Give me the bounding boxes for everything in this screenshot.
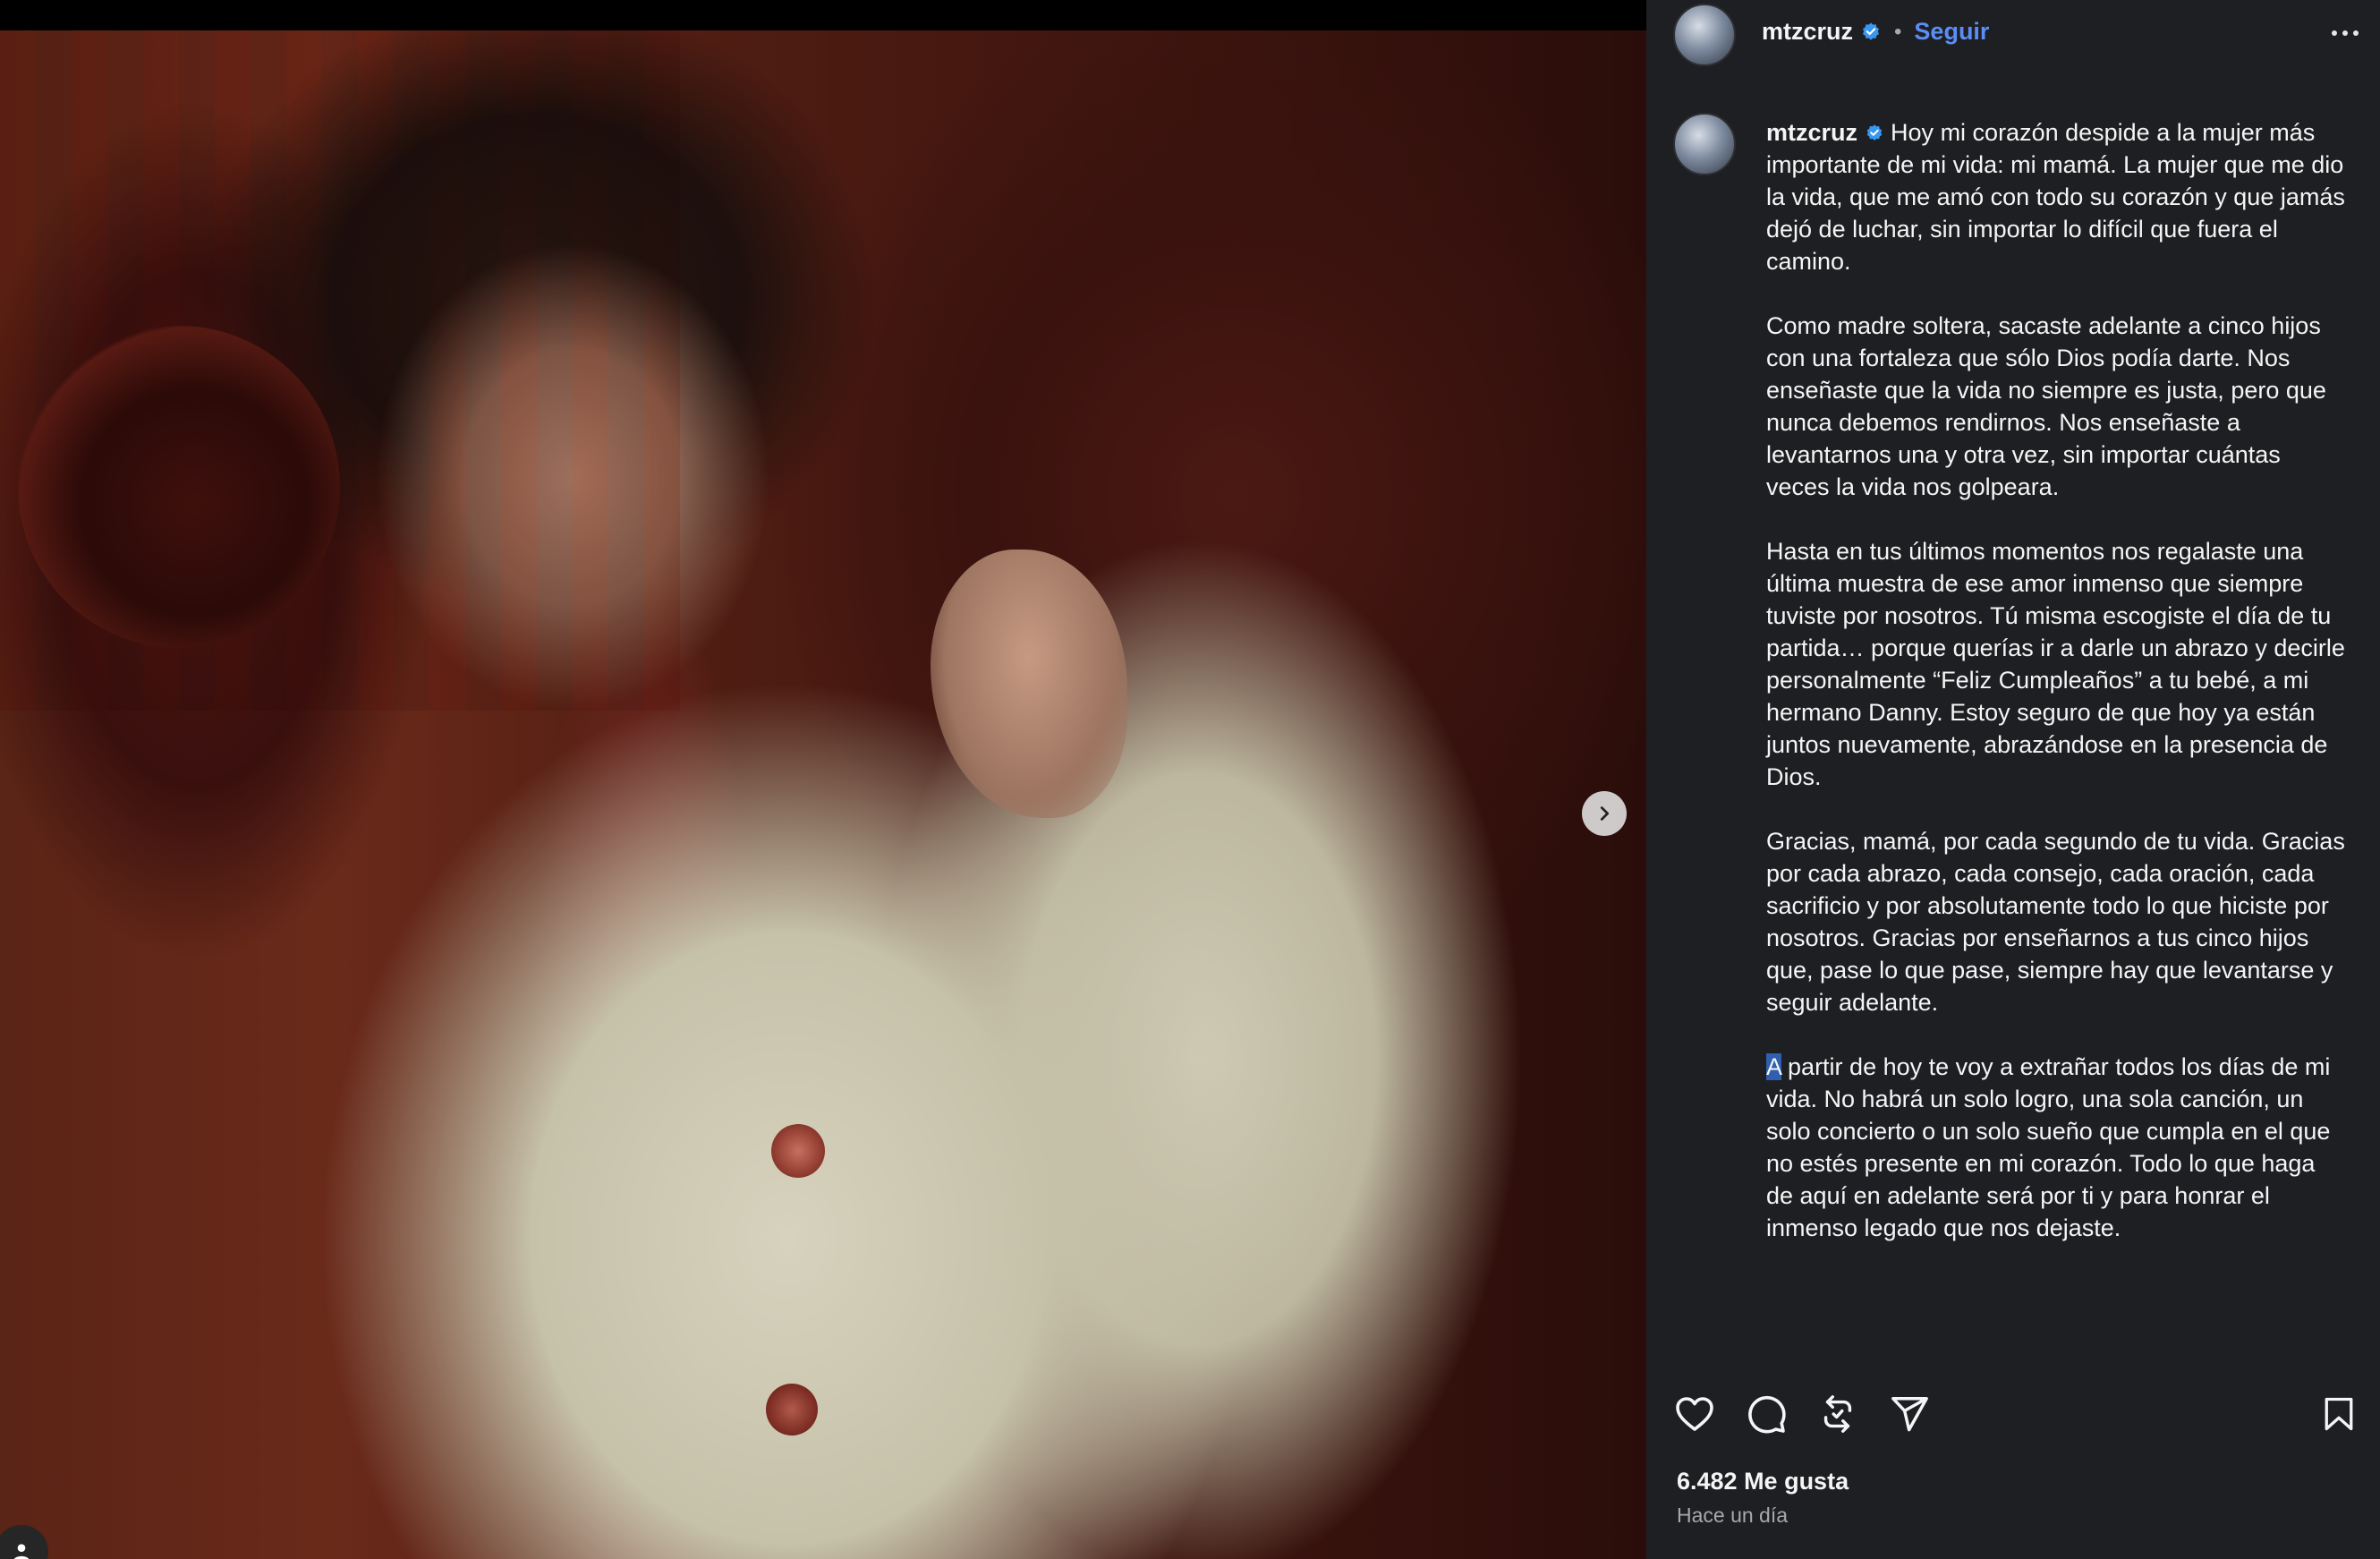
caption-username[interactable]: mtzcruz	[1766, 119, 1857, 146]
post-caption: mtzcruz Hoy mi corazón despide a la muje…	[1766, 116, 2348, 1276]
separator-dot: •	[1894, 19, 1902, 44]
more-options-button[interactable]	[2323, 18, 2367, 48]
post-header: mtzcruz • Seguir	[1646, 0, 2380, 66]
verified-badge-icon	[1863, 22, 1880, 40]
caption-paragraph: Como madre soltera, sacaste adelante a c…	[1766, 312, 2333, 500]
next-photo-button[interactable]	[1582, 791, 1627, 836]
comment-icon	[1748, 1395, 1786, 1434]
caption-paragraph: Gracias, mamá, por cada segundo de tu vi…	[1766, 828, 2352, 1016]
post-media	[0, 0, 1646, 1559]
caption-paragraph: mtzcruz Hoy mi corazón despide a la muje…	[1766, 116, 2348, 277]
like-count[interactable]: 6.482 Me gusta	[1677, 1468, 1849, 1495]
follow-button[interactable]: Seguir	[1914, 18, 1989, 46]
header-user: mtzcruz • Seguir	[1762, 18, 1989, 46]
avatar[interactable]	[1673, 4, 1736, 66]
share-button[interactable]	[1886, 1391, 1933, 1437]
photo-chair	[18, 326, 340, 648]
repost-icon	[1823, 1395, 1852, 1433]
bookmark-icon	[2325, 1397, 2353, 1431]
photo-detail	[771, 1124, 825, 1178]
caption-paragraph: A partir de hoy te voy a extrañar todos …	[1766, 1051, 2348, 1244]
post-side-panel: mtzcruz • Seguir mtzcruz Hoy mi corazón …	[1646, 0, 2380, 1559]
caption-avatar[interactable]	[1673, 113, 1736, 175]
like-button[interactable]	[1671, 1391, 1718, 1437]
action-bar	[1646, 1391, 2380, 1444]
post-timestamp[interactable]: Hace un día	[1677, 1504, 1788, 1528]
caption-area: mtzcruz Hoy mi corazón despide a la muje…	[1646, 107, 2380, 1360]
caption-text: partir de hoy te voy a extrañar todos lo…	[1766, 1053, 2337, 1241]
comment-button[interactable]	[1743, 1391, 1789, 1437]
heart-icon	[1676, 1397, 1713, 1431]
caption-paragraph: Hasta en tus últimos momentos nos regala…	[1766, 538, 2352, 790]
username-link[interactable]: mtzcruz	[1762, 18, 1853, 46]
post-photo	[0, 30, 1646, 1559]
verified-badge-icon	[1866, 124, 1882, 141]
photo-hand	[931, 549, 1127, 818]
more-options-icon	[2332, 30, 2337, 36]
photo-detail	[766, 1384, 818, 1435]
save-button[interactable]	[2316, 1391, 2362, 1437]
chevron-right-icon	[1600, 806, 1610, 821]
selected-text: A	[1766, 1053, 1781, 1080]
user-tag-icon	[13, 1544, 30, 1559]
repost-button[interactable]	[1815, 1391, 1861, 1437]
send-icon	[1891, 1397, 1928, 1432]
